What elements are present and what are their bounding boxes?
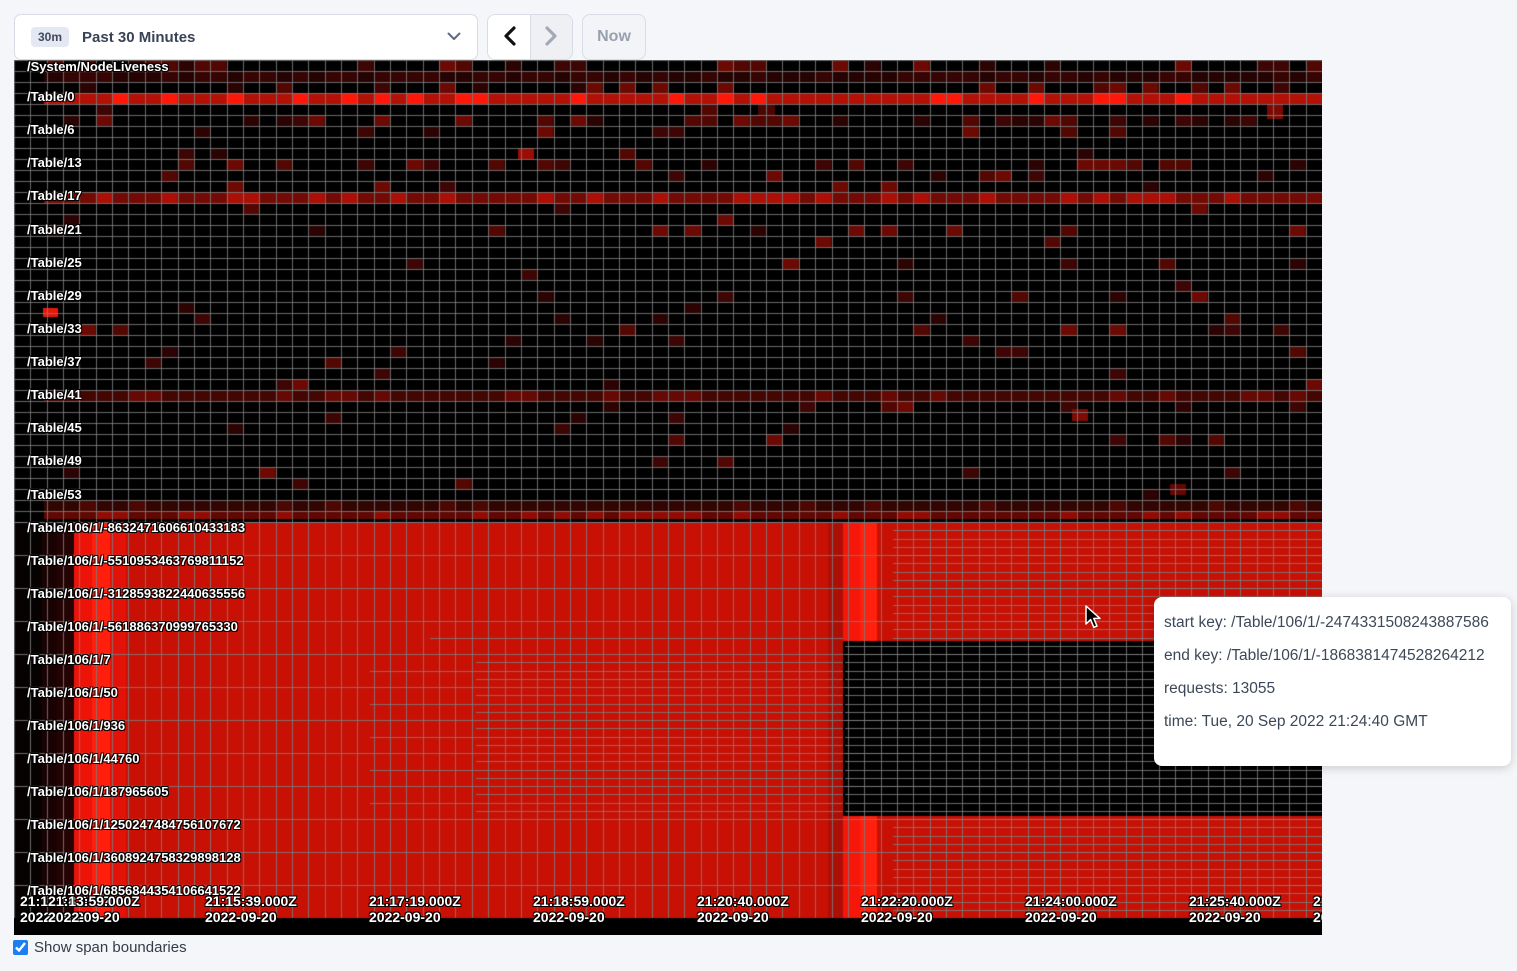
show-span-boundaries-checkbox[interactable]: Show span boundaries <box>13 939 187 956</box>
chevron-down-icon <box>447 28 461 46</box>
row-label: /Table/37 <box>27 355 82 369</box>
row-label: /Table/106/1/187965605 <box>27 785 168 799</box>
x-tick-label: 21:15:39.000Z2022-09-20 <box>205 893 297 925</box>
span-boundaries-label: Show span boundaries <box>34 939 187 956</box>
row-label: /Table/17 <box>27 189 82 203</box>
time-window-badge: 30m <box>31 27 69 47</box>
row-label: /Table/6 <box>27 123 74 137</box>
row-label: /Table/41 <box>27 388 82 402</box>
x-tick-label: 21:24:00.000Z2022-09-20 <box>1025 893 1117 925</box>
x-tick-label: 21:27:20.000Z2022-09-20 <box>1313 893 1322 925</box>
row-label: /Table/106/1/-561886370999765330 <box>27 620 238 634</box>
keyvis-chart: /System/NodeLiveness/Table/0/Table/6/Tab… <box>14 60 1322 935</box>
row-label: /Table/53 <box>27 488 82 502</box>
row-label: /Table/106/1/50 <box>27 686 118 700</box>
span-boundaries-input[interactable] <box>13 940 28 955</box>
next-window-button[interactable] <box>530 15 572 59</box>
row-label: /Table/29 <box>27 289 82 303</box>
x-tick-label: 21:25:40.000Z2022-09-20 <box>1189 893 1281 925</box>
time-window-label: Past 30 Minutes <box>82 29 447 46</box>
row-label: /Table/45 <box>27 421 82 435</box>
x-tick-label: 21:20:40.000Z2022-09-20 <box>697 893 789 925</box>
tooltip-line: start key: /Table/106/1/-247433150824388… <box>1164 614 1503 632</box>
time-window-select[interactable]: 30m Past 30 Minutes <box>14 14 478 60</box>
row-label: /Table/0 <box>27 90 74 104</box>
tooltip-line: end key: /Table/106/1/-18683814745282642… <box>1164 647 1503 665</box>
row-label: /Table/25 <box>27 256 82 270</box>
tooltip-line: time: Tue, 20 Sep 2022 21:24:40 GMT <box>1164 713 1503 731</box>
row-label: /Table/21 <box>27 223 82 237</box>
row-label: /Table/106/1/936 <box>27 719 125 733</box>
prev-window-button[interactable] <box>488 15 530 59</box>
row-label: /Table/49 <box>27 454 82 468</box>
mouse-cursor-icon <box>1084 605 1102 635</box>
row-label: /Table/106/1/3608924758329898128 <box>27 851 241 865</box>
hover-tooltip: start key: /Table/106/1/-247433150824388… <box>1154 597 1511 766</box>
tooltip-line: requests: 13055 <box>1164 680 1503 698</box>
x-tick-label: 21:18:59.000Z2022-09-20 <box>533 893 625 925</box>
row-label: /Table/106/1/7 <box>27 653 111 667</box>
row-label: /Table/106/1/-5510953463769811152 <box>27 554 244 568</box>
time-nav-group <box>487 14 573 60</box>
row-label: /Table/106/1/44760 <box>27 752 140 766</box>
keyvis-heatmap-canvas[interactable] <box>14 60 1322 935</box>
x-tick-label: 21:13:59.000Z2022-09-20 <box>48 893 140 925</box>
x-tick-label: 21:22:20.000Z2022-09-20 <box>861 893 953 925</box>
row-label: /Table/106/1/-8632471606610433183 <box>27 521 245 535</box>
row-label: /Table/33 <box>27 322 82 336</box>
now-button[interactable]: Now <box>582 14 646 60</box>
chevron-right-icon <box>545 26 558 49</box>
row-label: /Table/13 <box>27 156 82 170</box>
chevron-left-icon <box>503 26 516 49</box>
row-label: /Table/106/1/-3128593822440635556 <box>27 587 245 601</box>
row-label: /Table/106/1/1250247484756107672 <box>27 818 241 832</box>
row-label: /System/NodeLiveness <box>27 60 169 74</box>
x-tick-label: 21:17:19.000Z2022-09-20 <box>369 893 461 925</box>
toolbar: 30m Past 30 Minutes Now <box>14 14 646 60</box>
